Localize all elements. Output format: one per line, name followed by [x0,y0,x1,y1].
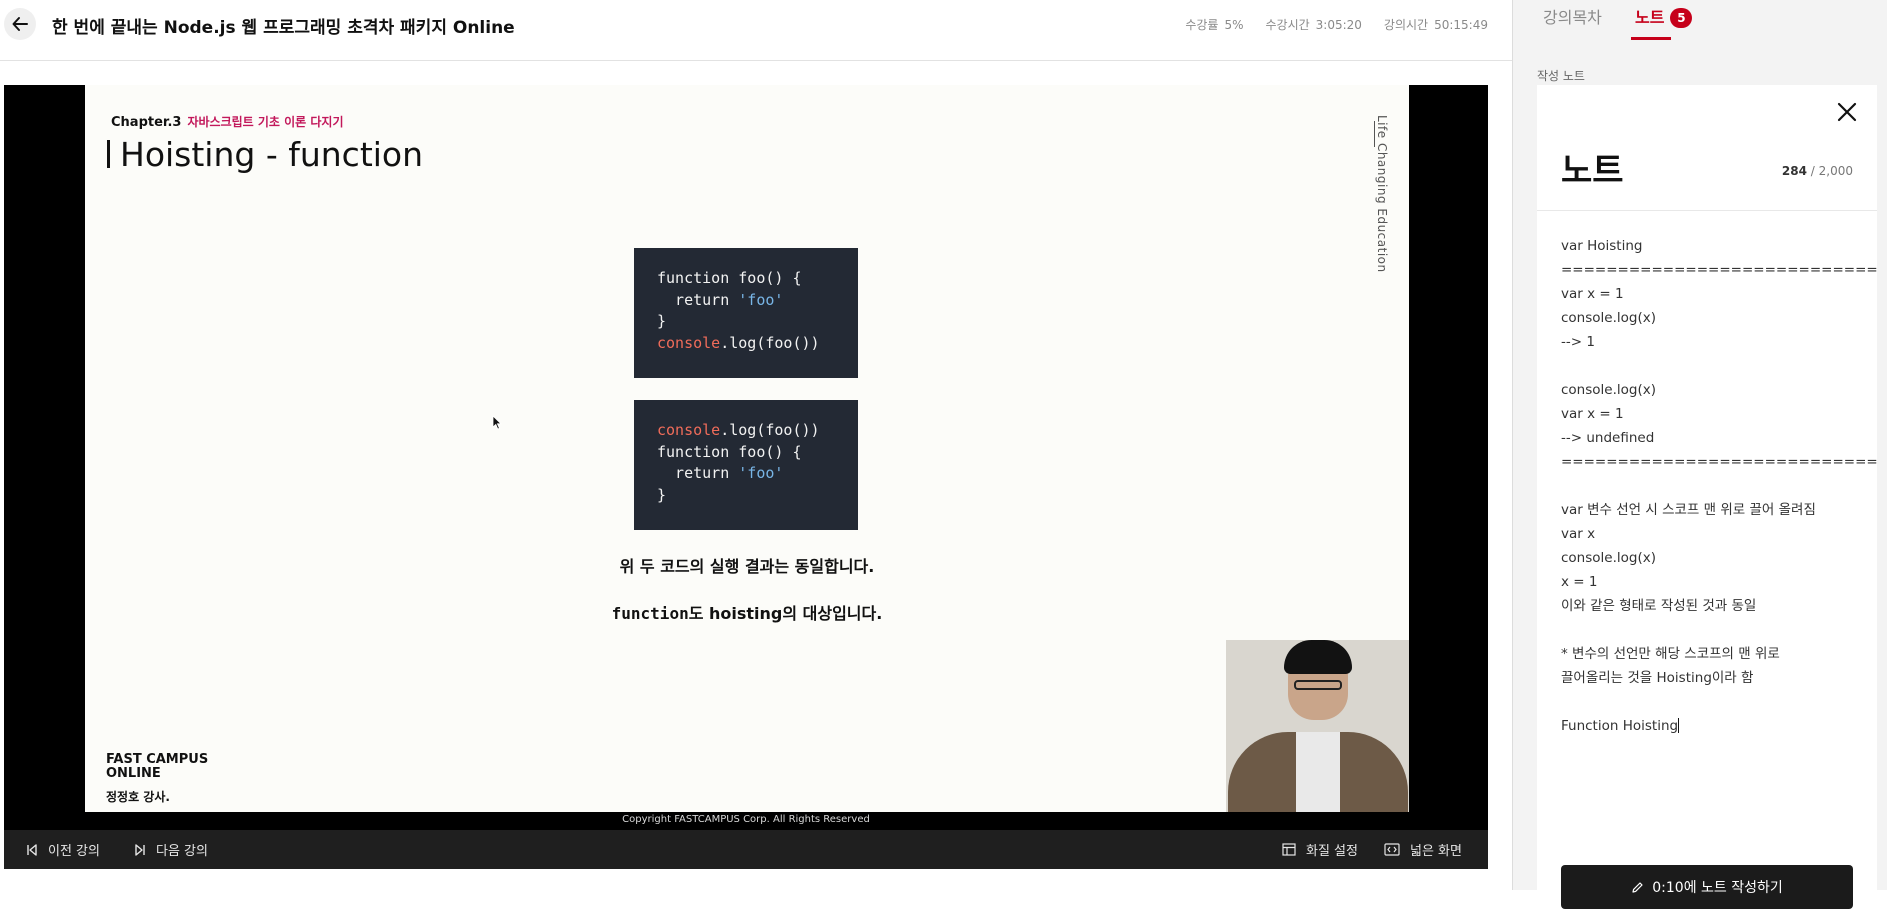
code-block-2: console.log(foo()) function foo() { retu… [634,400,858,530]
character-count: 284 / 2,000 [1781,164,1853,178]
wide-screen-icon [1384,843,1400,856]
main-area: 한 번에 끝내는 Node.js 웹 프로그래밍 초격차 패키지 Online … [0,0,1512,890]
write-note-button[interactable]: 0:10에 노트 작성하기 [1561,865,1853,909]
prev-lecture-icon [27,843,37,856]
tab-table-of-contents[interactable]: 강의목차 [1543,4,1602,28]
video-player[interactable]: Chapter.3 자바스크립트 기초 이론 다지기 Hoisting - fun… [4,85,1488,869]
next-lecture-icon [135,843,145,856]
brand-vertical-text: Life Changing Education [1375,115,1389,273]
next-lecture-button[interactable]: 다음 강의 [134,840,208,859]
copyright-text: Copyright FASTCAMPUS Corp. All Rights Re… [4,812,1488,830]
prev-lecture-button[interactable]: 이전 강의 [26,840,100,859]
course-title: 한 번에 끝내는 Node.js 웹 프로그래밍 초격차 패키지 Online [52,18,515,38]
back-arrow-icon [12,17,28,31]
quality-settings-icon [1282,843,1296,856]
chapter-heading: Chapter.3 자바스크립트 기초 이론 다지기 [111,113,344,130]
right-sidebar: 강의목차 노트 5 작성 노트 노트 284 / 2,000 var Hoisti… [1512,0,1887,909]
quality-settings-button[interactable]: 화질 설정 [1282,840,1358,859]
note-title: 노트 [1561,151,1624,191]
fastcampus-logo: FAST CAMPUS ONLINE [106,752,209,781]
pencil-icon [1632,881,1643,893]
presenter-video [1226,640,1409,812]
stat-watch-time: 수강시간 3:05:20 [1265,18,1362,32]
note-textarea[interactable]: var Hoisting ===========================… [1561,234,1878,738]
stat-progress: 수강률 5% [1185,18,1244,32]
notes-count-badge: 5 [1670,8,1693,28]
mouse-cursor-icon [492,415,502,430]
back-button[interactable] [4,8,36,40]
slide-caption-2: function도 hoisting의 대상입니다. [611,604,883,623]
sidebar-tabs: 강의목차 노트 5 [1513,0,1887,41]
active-tab-indicator [1631,37,1671,40]
text-caret [1678,718,1680,733]
stat-lecture-time: 강의시간 50:15:49 [1383,18,1488,32]
course-stats: 수강률 5% 수강시간 3:05:20 강의시간 50:15:49 [1185,16,1488,33]
chapter-number: Chapter.3 [111,115,182,130]
written-notes-label: 작성 노트 [1537,69,1585,83]
note-editor-panel: 노트 284 / 2,000 var Hoisting ============… [1537,85,1878,909]
player-controls: 이전 강의 다음 강의 화질 설정 넓은 화면 [4,830,1488,869]
close-icon[interactable] [1835,100,1859,124]
instructor-name: 정정호 강사. [106,790,170,804]
tab-notes[interactable]: 노트 5 [1635,4,1693,28]
code-block-1: function foo() { return 'foo' } console.… [634,248,858,378]
chapter-subtitle: 자바스크립트 기초 이론 다지기 [187,115,344,129]
lecture-slide: Chapter.3 자바스크립트 기초 이론 다지기 Hoisting - fun… [85,85,1409,812]
wide-screen-button[interactable]: 넓은 화면 [1384,840,1462,859]
slide-title: Hoisting - function [107,135,423,174]
top-bar: 한 번에 끝내는 Node.js 웹 프로그래밍 초격차 패키지 Online … [0,0,1512,61]
slide-caption-1: 위 두 코드의 실행 결과는 동일합니다. [619,557,875,576]
note-divider [1537,210,1877,211]
